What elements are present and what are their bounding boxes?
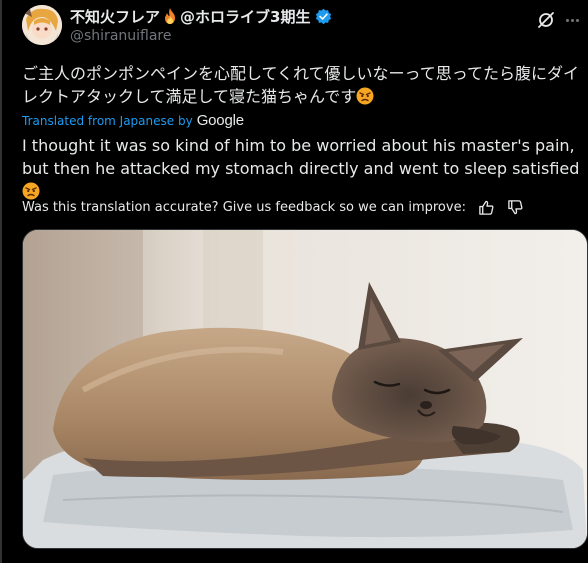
angry-face-icon [22,182,40,200]
translation-attribution: Translated from Japanese by Google [22,112,244,129]
google-logo: Google [196,112,244,129]
verified-badge-icon [316,8,332,24]
thumbs-down-icon[interactable] [507,199,524,216]
display-name[interactable]: 不知火フレア [70,6,160,27]
thumbs-up-icon[interactable] [478,199,495,216]
angry-face-icon [356,87,374,105]
tweet-header: 不知火フレア @ホロライブ3期生 @shiranuiflare [70,5,500,44]
fire-icon [162,7,178,25]
original-text: ご主人のポンポンペインを心配してくれて優しいなーって思ってたら腹にダイレクトアタ… [22,64,579,106]
author-handle[interactable]: @shiranuiflare [70,28,500,44]
feedback-prompt: Was this translation accurate? Give us f… [22,200,466,215]
more-options-icon[interactable] [562,10,582,30]
author-name-row[interactable]: 不知火フレア @ホロライブ3期生 [70,5,500,27]
translation-feedback: Was this translation accurate? Give us f… [22,199,524,216]
translated-by-label: Translated from Japanese by [22,113,193,128]
translated-text: I thought it was so kind of him to be wo… [22,136,580,178]
tweet-translated-text: I thought it was so kind of him to be wo… [22,134,588,203]
sleeping-cat-photo [23,230,587,548]
avatar[interactable] [22,5,62,45]
grok-icon[interactable] [536,10,556,30]
timeline-divider [0,0,2,563]
tweet-photo[interactable] [22,229,588,549]
tweet-original-text: ご主人のポンポンペインを心配してくれて優しいなーって思ってたら腹にダイレクトアタ… [22,62,582,108]
display-name-suffix[interactable]: @ホロライブ3期生 [180,6,310,27]
